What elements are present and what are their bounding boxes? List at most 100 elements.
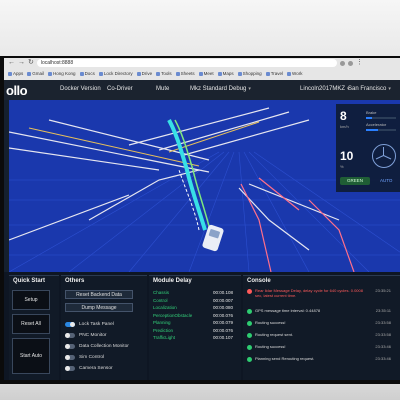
toggle-label: Sim Control: [79, 354, 105, 360]
bookmark-item[interactable]: Lock Directory: [98, 71, 133, 76]
module-delay-panel: Module Delay Chassis 00:00.108 Control 00:0…: [149, 275, 241, 380]
bookmark-item[interactable]: Maps: [217, 71, 234, 76]
map-label: San Francisco: [348, 86, 387, 92]
quick-start-title: Quick Start: [13, 278, 46, 284]
bookmarks-bar: Apps Gmail Hong Kong Docs Lock Directory Driv…: [4, 68, 400, 79]
mode-button[interactable]: Co-Driver: [107, 86, 133, 92]
bookmark-item[interactable]: Travel: [265, 71, 284, 76]
docker-version-button[interactable]: Docker Version: [60, 86, 101, 92]
bookmark-item[interactable]: Sheets: [175, 71, 195, 76]
bookmark-icon: [136, 71, 141, 76]
driving-mode-label: AUTO: [380, 178, 393, 183]
bookmark-label: Hong Kong: [53, 71, 76, 76]
module-delay-value: 00:00.107: [212, 335, 233, 340]
toggle-row[interactable]: PNC Monitor: [65, 331, 106, 339]
bookmark-item[interactable]: Drive: [136, 71, 152, 76]
setup-button[interactable]: Setup: [12, 290, 50, 310]
dump-message-button[interactable]: Dump Message: [65, 303, 133, 312]
module-delay-row: PerceptionObstacle 00:00.076: [153, 313, 233, 320]
url-row: ← → ↻ localhost:8888 ⋮: [4, 58, 400, 68]
module-name: Control: [153, 297, 168, 303]
module-name: PerceptionObstacle: [153, 312, 193, 318]
accelerator-bar: [366, 129, 396, 131]
toggle-label: PNC Monitor: [79, 332, 107, 338]
console-title: Console: [247, 278, 271, 284]
info-icon: [247, 344, 252, 350]
console-message: GPS message time interval: 0.44878 23:35:…: [247, 308, 391, 314]
toggle-switch[interactable]: [65, 321, 75, 327]
map-selector[interactable]: San Francisco ▾: [348, 86, 391, 92]
bookmark-item[interactable]: Hong Kong: [48, 71, 76, 76]
console-message: Rear lidar Message Delay, delay cycle fo…: [247, 288, 391, 298]
reset-all-button[interactable]: Reset All: [12, 314, 50, 334]
others-panel: Others Reset Backend Data Dump Message L…: [61, 275, 147, 380]
toggle-switch[interactable]: [65, 332, 75, 338]
module-delay-row: Control 00:00.007: [153, 298, 233, 305]
bookmark-label: Tools: [161, 71, 172, 76]
console-message-time: 23:35:11: [375, 308, 391, 313]
module-delay-row: TrafficLight 00:00.107: [153, 335, 233, 342]
app-header: ollo Docker Version Co-Driver Mute Mkz S…: [4, 80, 400, 100]
console-message: Planning send Rerouting request. 23:33:46: [247, 356, 391, 362]
browser-menu-icon[interactable]: ⋮: [356, 58, 363, 68]
extension-icon[interactable]: [339, 60, 345, 66]
bookmark-item[interactable]: Tools: [156, 71, 172, 76]
brake-bar-fill: [366, 117, 372, 119]
bookmark-item[interactable]: Work: [287, 71, 302, 76]
bookmark-icon: [198, 71, 203, 76]
console-message-text: Routing success!: [255, 320, 286, 325]
mute-button[interactable]: Mute: [156, 86, 169, 92]
hd-map-selector[interactable]: Mkz Standard Debug ▾: [190, 86, 251, 92]
bookmark-icon: [175, 71, 180, 76]
accelerator-bar-fill: [366, 129, 378, 131]
photo-background-bottom: [0, 384, 400, 400]
module-name: TrafficLight: [153, 335, 176, 340]
steering-unit: %: [340, 164, 344, 169]
bookmark-icon: [217, 71, 222, 76]
browser-chrome: ← → ↻ localhost:8888 ⋮ Apps Gmail Hong Kon…: [4, 58, 400, 80]
console-message: Routing success! 23:33:58: [247, 320, 391, 326]
bookmark-item[interactable]: Shopping: [237, 71, 262, 76]
bookmark-label: Maps: [222, 71, 234, 76]
bookmark-item[interactable]: Apps: [8, 71, 23, 76]
bookmark-item[interactable]: Gmail: [27, 71, 44, 76]
toggle-row[interactable]: Camera Sensor: [65, 364, 113, 372]
module-delay-value: 00:00.076: [212, 312, 233, 318]
photo-background-top: [0, 0, 400, 56]
toggle-label: Lock Task Panel: [79, 321, 114, 327]
forward-icon[interactable]: →: [18, 58, 25, 68]
brake-bar: [366, 117, 396, 119]
bookmark-icon: [27, 71, 32, 76]
bookmark-label: Work: [292, 71, 303, 76]
toggle-row[interactable]: Lock Task Panel: [65, 320, 114, 328]
reset-backend-data-button[interactable]: Reset Backend Data: [65, 290, 133, 299]
console-message-time: 23:33:58: [375, 332, 391, 337]
back-icon[interactable]: ←: [8, 58, 15, 68]
vehicle-selector[interactable]: Lincoln2017MKZ ▾: [300, 86, 350, 92]
bookmark-icon: [98, 71, 103, 76]
toggle-switch[interactable]: [65, 343, 75, 349]
accelerator-label: Accelerator: [366, 122, 387, 127]
module-delay-row: Localization 00:00.080: [153, 305, 233, 312]
bookmark-icon: [79, 71, 84, 76]
bookmark-label: Meet: [203, 71, 214, 76]
toggle-label: Data Collection Monitor: [79, 343, 129, 349]
bookmark-item[interactable]: Meet: [198, 71, 214, 76]
console-message: Routing request sent. 23:33:58: [247, 332, 391, 338]
profile-icon[interactable]: [347, 60, 353, 66]
module-delay-value: 00:00.076: [212, 327, 233, 333]
bookmark-item[interactable]: Docs: [79, 71, 95, 76]
toggle-row[interactable]: Data Collection Monitor: [65, 342, 129, 350]
toggle-switch[interactable]: [65, 354, 75, 360]
module-delay-value: 00:00.108: [212, 290, 233, 295]
start-auto-button[interactable]: Start Auto: [12, 338, 50, 374]
module-delay-value: 00:00.007: [212, 297, 233, 303]
info-icon: [247, 356, 252, 362]
toggle-switch[interactable]: [65, 365, 75, 371]
module-delay-value: 00:00.080: [212, 305, 233, 310]
toggle-row[interactable]: Sim Control: [65, 353, 104, 361]
address-bar[interactable]: localhost:8888: [36, 59, 337, 67]
reload-icon[interactable]: ↻: [28, 58, 34, 68]
steering-value: 10: [340, 149, 354, 163]
bookmark-label: Travel: [270, 71, 284, 76]
